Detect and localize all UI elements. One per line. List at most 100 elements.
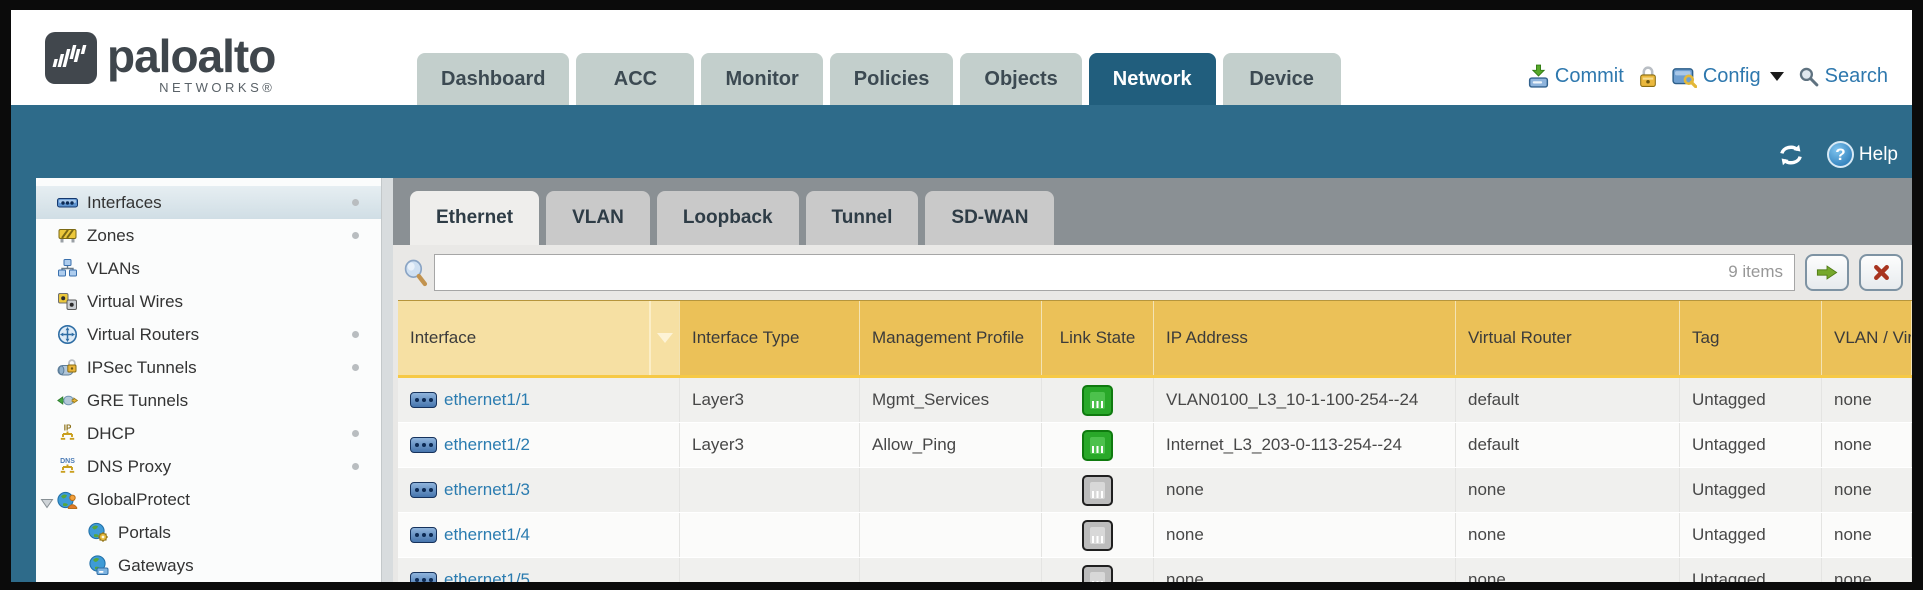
tab-acc[interactable]: ACC <box>576 53 694 105</box>
config-menu[interactable]: Config <box>1672 65 1784 88</box>
cell-virtual-router: default <box>1456 378 1680 422</box>
paloalto-logo-icon <box>45 32 97 84</box>
dhcp-icon: IP <box>57 423 78 444</box>
cell-management-profile: Mgmt_Services <box>860 378 1042 422</box>
sort-dropdown[interactable] <box>649 301 679 375</box>
svg-text:IP: IP <box>64 424 72 433</box>
table-header-row: Interface Interface Type Management Prof… <box>398 300 1912 378</box>
column-header-ip-address[interactable]: IP Address <box>1154 301 1456 375</box>
refresh-button[interactable] <box>1777 143 1805 167</box>
link-state-down-icon <box>1082 565 1113 583</box>
table-row[interactable]: ethernet1/2 Layer3 Allow_Ping Internet_L… <box>398 423 1912 468</box>
red-x-icon <box>1873 264 1890 281</box>
cell-management-profile <box>860 468 1042 512</box>
interfaces-icon <box>57 192 78 213</box>
cell-tag: Untagged <box>1680 513 1822 557</box>
column-header-tag[interactable]: Tag <box>1680 301 1822 375</box>
interface-link[interactable]: ethernet1/1 <box>410 390 530 410</box>
tab-policies[interactable]: Policies <box>830 53 954 105</box>
interface-link[interactable]: ethernet1/5 <box>410 570 530 582</box>
apply-filter-button[interactable] <box>1805 254 1849 291</box>
config-label: Config <box>1703 65 1761 88</box>
brand-name: paloalto <box>107 32 275 80</box>
sidebar-item-label: Portals <box>118 523 171 543</box>
clear-filter-button[interactable] <box>1859 254 1903 291</box>
tab-vlan[interactable]: VLAN <box>546 191 650 245</box>
expand-caret-icon[interactable] <box>40 494 54 514</box>
table-row[interactable]: ethernet1/3 none none Untagged none <box>398 468 1912 513</box>
page-body: Interfaces Zones VLANs Vir <box>11 178 1912 582</box>
sidebar-item-dhcp[interactable]: IP DHCP <box>36 417 381 450</box>
sidebar-item-zones[interactable]: Zones <box>36 219 381 252</box>
column-header-management-profile[interactable]: Management Profile <box>860 301 1042 375</box>
sidebar-item-virtual-wires[interactable]: Virtual Wires <box>36 285 381 318</box>
cell-vlan-wire: none <box>1822 558 1912 582</box>
tab-device[interactable]: Device <box>1223 53 1341 105</box>
sidebar-item-label: IPSec Tunnels <box>87 358 197 378</box>
dns-proxy-icon: DNS <box>57 456 78 477</box>
filter-row: 9 items <box>393 245 1912 300</box>
cell-interface-type <box>680 558 860 582</box>
column-header-vlan-wire[interactable]: VLAN / Virtual Wire <box>1822 301 1912 375</box>
cell-interface-type: Layer3 <box>680 378 860 422</box>
filter-input[interactable] <box>434 254 1795 291</box>
search-button[interactable]: Search <box>1798 65 1888 88</box>
interface-link[interactable]: ethernet1/4 <box>410 525 530 545</box>
sidebar-item-label: Virtual Routers <box>87 325 199 345</box>
column-header-virtual-router[interactable]: Virtual Router <box>1456 301 1680 375</box>
help-button[interactable]: ? Help <box>1827 141 1898 168</box>
sidebar-item-gateways[interactable]: Gateways <box>36 549 381 582</box>
tab-dashboard[interactable]: Dashboard <box>417 53 569 105</box>
header-utilities: Commit Config <box>1528 64 1888 89</box>
globalprotect-icon <box>57 489 78 510</box>
link-state-down-icon <box>1082 475 1113 506</box>
tab-sdwan[interactable]: SD-WAN <box>925 191 1054 245</box>
lock-button[interactable] <box>1638 65 1658 88</box>
tab-tunnel[interactable]: Tunnel <box>806 191 919 245</box>
interface-link[interactable]: ethernet1/3 <box>410 480 530 500</box>
sidebar-item-gre-tunnels[interactable]: GRE Tunnels <box>36 384 381 417</box>
sidebar-item-virtual-routers[interactable]: Virtual Routers <box>36 318 381 351</box>
table-row[interactable]: ethernet1/1 Layer3 Mgmt_Services VLAN010… <box>398 378 1912 423</box>
sidebar-item-vlans[interactable]: VLANs <box>36 252 381 285</box>
firewall-web-ui: paloalto NETWORKS® Dashboard ACC Monitor… <box>11 10 1912 582</box>
cell-vlan-wire: none <box>1822 468 1912 512</box>
commit-button[interactable]: Commit <box>1528 64 1624 89</box>
sidebar-item-label: DHCP <box>87 424 135 444</box>
sidebar-item-dns-proxy[interactable]: DNS DNS Proxy <box>36 450 381 483</box>
tab-network[interactable]: Network <box>1089 53 1216 105</box>
cell-virtual-router: none <box>1456 558 1680 582</box>
cell-tag: Untagged <box>1680 423 1822 467</box>
cell-vlan-wire: none <box>1822 423 1912 467</box>
tab-loopback[interactable]: Loopback <box>657 191 799 245</box>
link-state-up-icon <box>1082 385 1113 416</box>
zones-icon <box>57 225 78 246</box>
sidebar-item-portals[interactable]: Portals <box>36 516 381 549</box>
tab-objects[interactable]: Objects <box>960 53 1081 105</box>
sidebar-item-ipsec-tunnels[interactable]: IPSec Tunnels <box>36 351 381 384</box>
sidebar-item-label: Zones <box>87 226 134 246</box>
header-bar: paloalto NETWORKS® Dashboard ACC Monitor… <box>11 10 1912 105</box>
sidebar-scrollbar[interactable] <box>381 178 393 582</box>
cell-interface-type <box>680 468 860 512</box>
interface-link[interactable]: ethernet1/2 <box>410 435 530 455</box>
sort-arrow-icon <box>657 333 673 343</box>
column-header-interface[interactable]: Interface <box>398 301 680 375</box>
tab-monitor[interactable]: Monitor <box>701 53 822 105</box>
cell-virtual-router: default <box>1456 423 1680 467</box>
sidebar-item-globalprotect[interactable]: GlobalProtect <box>36 483 381 516</box>
virtual-wires-icon <box>57 291 78 312</box>
column-header-link-state[interactable]: Link State <box>1042 301 1154 375</box>
item-dot <box>352 430 359 437</box>
cell-vlan-wire: none <box>1822 378 1912 422</box>
link-state-up-icon <box>1082 430 1113 461</box>
sidebar-item-label: Virtual Wires <box>87 292 183 312</box>
tab-ethernet[interactable]: Ethernet <box>410 191 539 245</box>
interfaces-table: Interface Interface Type Management Prof… <box>398 300 1912 582</box>
filter-search-icon <box>403 259 428 287</box>
soundwave-glyph <box>51 41 91 75</box>
table-row[interactable]: ethernet1/5 none none Untagged none <box>398 558 1912 582</box>
table-row[interactable]: ethernet1/4 none none Untagged none <box>398 513 1912 558</box>
sidebar-item-interfaces[interactable]: Interfaces <box>36 186 381 219</box>
column-header-interface-type[interactable]: Interface Type <box>680 301 860 375</box>
